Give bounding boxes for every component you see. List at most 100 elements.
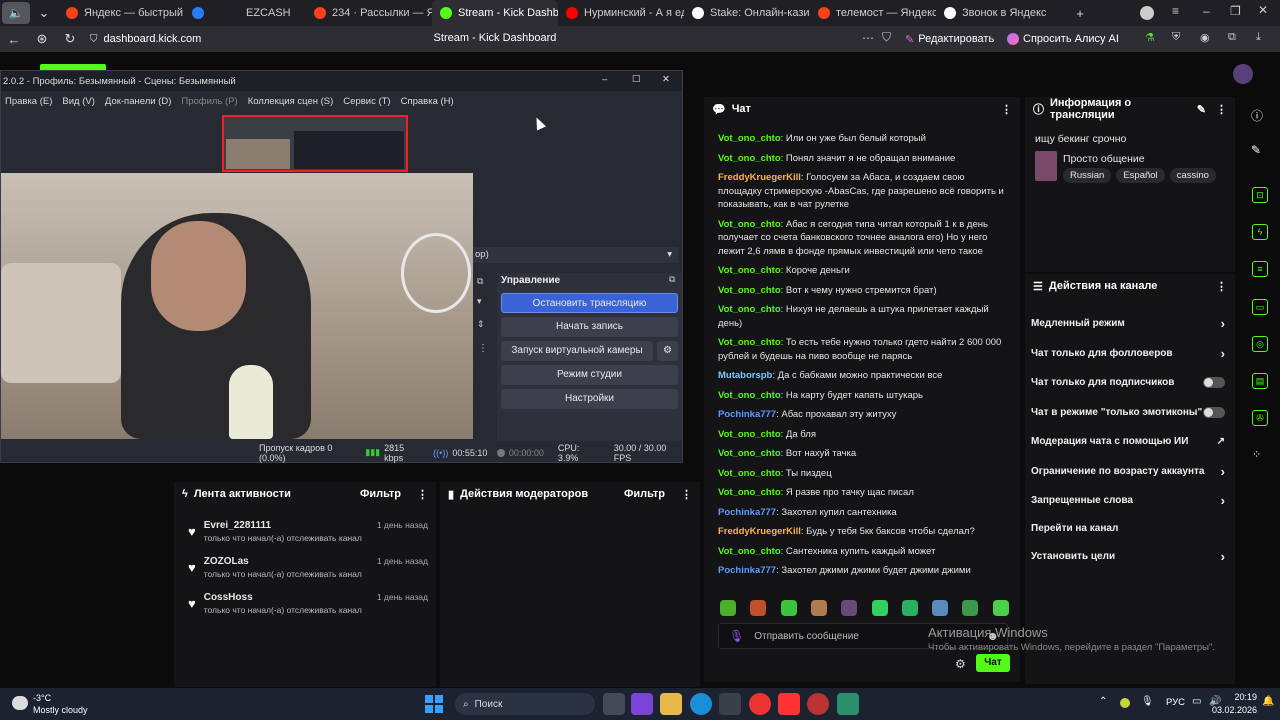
chat-username[interactable]: Vot_ono_chto <box>718 546 781 557</box>
start-recording-button[interactable]: Начать запись <box>501 317 678 337</box>
emote-icon[interactable] <box>962 600 979 616</box>
virtual-camera-settings-icon[interactable]: ⚙ <box>657 341 678 361</box>
yandex-icon[interactable] <box>778 693 800 715</box>
weather-icon[interactable] <box>12 696 28 710</box>
obs-menu-item[interactable]: Док-панели (D) <box>105 96 171 107</box>
tray-chevron-icon[interactable]: ⌃ <box>1099 696 1107 707</box>
activity-user[interactable]: ZOZOLas <box>204 556 249 567</box>
activity-menu-icon[interactable]: ⋮ <box>417 488 428 501</box>
channel-action-item[interactable]: Запрещенные слова › <box>1025 486 1235 516</box>
browser-tab[interactable]: Яндекс — быстрый пои <box>58 0 184 26</box>
obs-settings-button[interactable]: Настройки <box>501 389 678 409</box>
app-icon[interactable] <box>837 693 859 715</box>
browser-tab[interactable]: Stream - Kick Dashbo✕ <box>432 0 558 26</box>
obs-menu-item[interactable]: Вид (V) <box>62 96 95 107</box>
tabs-menu-chevron-icon[interactable]: ⌄ <box>30 5 58 21</box>
obs-more-icon[interactable]: ⋮ <box>478 343 488 354</box>
obs-dock-toggle-icon[interactable]: ⧉ <box>477 276 483 287</box>
emote-icon[interactable] <box>780 600 797 616</box>
taskbar-search[interactable]: ⌕ Поиск <box>455 693 595 715</box>
chat-username[interactable]: Vot_ono_chto <box>718 390 781 401</box>
channel-action-item[interactable]: Перейти на канал <box>1025 516 1235 542</box>
minimize-window-icon[interactable]: – <box>1203 4 1210 18</box>
chat-username[interactable]: Vot_ono_chto <box>718 337 781 348</box>
yandex-browser-icon[interactable] <box>749 693 771 715</box>
edit-stream-info-icon[interactable]: ✎ <box>1197 103 1206 116</box>
activity-filter-button[interactable]: Фильтр <box>360 488 401 500</box>
input-language[interactable]: РУС <box>1166 697 1185 708</box>
toggle-switch[interactable] <box>1203 406 1225 418</box>
list-rail-icon[interactable]: ≡ <box>1252 261 1268 277</box>
stream-tag[interactable]: Español <box>1116 168 1165 183</box>
chat-username[interactable]: Vot_ono_chto <box>718 448 781 459</box>
chat-rail-icon[interactable]: ▭ <box>1252 299 1268 315</box>
channel-action-item[interactable]: Чат только для подписчиков <box>1025 368 1235 398</box>
obs-menu-item[interactable]: Коллекция сцен (S) <box>248 96 334 107</box>
clock-date[interactable]: 03.02.2026 <box>1203 705 1257 715</box>
broadcast-rail-icon[interactable]: ◎ <box>1252 336 1268 352</box>
microphone-icon[interactable]: 🎙 <box>729 629 744 643</box>
chat-username[interactable]: Pochinka777 <box>718 565 776 576</box>
stream-tag[interactable]: Russian <box>1063 168 1112 183</box>
chat-username[interactable]: Vot_ono_chto <box>718 133 781 144</box>
virtual-camera-button[interactable]: Запуск виртуальной камеры <box>501 341 653 361</box>
emote-icon[interactable] <box>992 600 1009 616</box>
tray-microphone-icon[interactable]: 🎙 <box>1141 696 1154 707</box>
emote-icon[interactable] <box>720 600 736 616</box>
stream-tag[interactable]: cassino <box>1169 168 1216 183</box>
edge-icon[interactable] <box>690 693 712 715</box>
new-tab-icon[interactable]: + <box>1066 6 1094 21</box>
task-view-icon[interactable] <box>603 693 625 715</box>
send-chat-button[interactable]: Чат <box>976 654 1010 672</box>
wrench-rail-icon[interactable]: ✇ <box>1252 410 1268 426</box>
browser-tab[interactable]: EZCASH <box>220 0 306 26</box>
shield-icon[interactable]: ⛨ <box>1172 31 1180 44</box>
download-icon[interactable]: ⤓ <box>1256 31 1261 44</box>
browser-tab[interactable]: телемост — Яндекс: на <box>810 0 936 26</box>
browser-tab[interactable] <box>184 0 220 26</box>
browser-tab[interactable]: Stake: Онлайн-казино и <box>684 0 810 26</box>
emote-icon[interactable] <box>810 600 827 616</box>
chat-menu-icon[interactable]: ⋮ <box>1001 103 1012 116</box>
chat-settings-icon[interactable]: ⚙ <box>955 657 966 671</box>
network-icon[interactable]: ▭ <box>1192 696 1201 707</box>
channel-action-item[interactable]: Установить цели › <box>1025 542 1235 572</box>
profile-icon[interactable] <box>1140 6 1154 20</box>
obs-minimize-icon[interactable]: – <box>602 74 607 85</box>
channel-action-item[interactable]: Медленный режим › <box>1025 309 1235 339</box>
alice-button[interactable]: Спросить Алису AI <box>1007 30 1119 48</box>
activity-user[interactable]: CossHoss <box>204 592 253 603</box>
tray-app-icon[interactable] <box>1120 698 1130 708</box>
info-rail-icon[interactable]: ⓘ <box>1251 107 1263 124</box>
studio-mode-button[interactable]: Режим студии <box>501 365 678 385</box>
chat-username[interactable]: Mutaborspb <box>718 370 772 381</box>
chat-username[interactable]: FreddyKruegerKill <box>718 172 801 183</box>
windows-start-icon[interactable] <box>425 695 443 713</box>
lightning-rail-icon[interactable]: ϟ <box>1252 224 1268 240</box>
mod-filter-button[interactable]: Фильтр <box>624 488 665 500</box>
browser-tab[interactable]: Звонок в Яндекс <box>936 0 1062 26</box>
chat-username[interactable]: Vot_ono_chto <box>718 487 781 498</box>
stream-info-menu-icon[interactable]: ⋮ <box>1216 103 1227 116</box>
obs-updown-icon[interactable]: ⇕ <box>477 319 485 330</box>
emote-icon[interactable] <box>901 600 918 616</box>
obs-taskbar-icon[interactable] <box>631 693 653 715</box>
collections-icon[interactable]: ⧉ <box>1228 31 1236 44</box>
obs-down-arrow-icon[interactable]: ▾ <box>477 296 482 307</box>
notifications-icon[interactable]: 🔔 <box>1262 696 1274 707</box>
emote-icon[interactable] <box>750 600 767 616</box>
close-window-icon[interactable]: ✕ <box>1258 3 1268 17</box>
obs-close-icon[interactable]: ✕ <box>662 74 670 85</box>
stop-stream-button[interactable]: Остановить трансляцию <box>501 293 678 313</box>
obs-maximize-icon[interactable]: ☐ <box>632 74 641 85</box>
obs-preview-thumbnail[interactable] <box>222 115 408 172</box>
chat-username[interactable]: Vot_ono_chto <box>718 468 781 479</box>
browser-tab[interactable]: 234 · Рассылки — Яндек <box>306 0 432 26</box>
browser-tab[interactable]: Нурминский - А я еду <box>558 0 684 26</box>
emote-icon[interactable] <box>841 600 858 616</box>
activity-user[interactable]: Evrei_2281111 <box>204 520 271 531</box>
channel-action-item[interactable]: Ограничение по возрасту аккаунта › <box>1025 457 1235 487</box>
opera-icon[interactable] <box>807 693 829 715</box>
browser-menu-icon[interactable]: ≡ <box>1172 4 1179 18</box>
file-explorer-icon[interactable] <box>660 693 682 715</box>
